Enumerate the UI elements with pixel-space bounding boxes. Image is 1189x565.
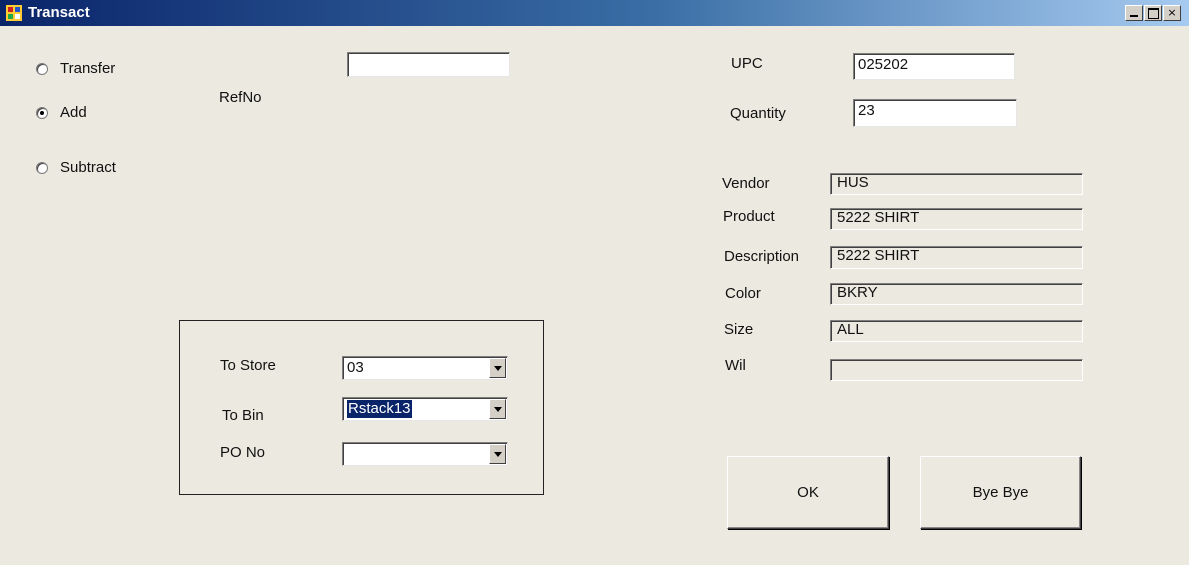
product-label: Product (723, 208, 775, 225)
close-button[interactable]: × (1163, 5, 1181, 21)
chevron-down-icon[interactable] (489, 444, 506, 464)
refno-input[interactable] (347, 52, 510, 77)
bye-bye-button[interactable]: Bye Bye (920, 456, 1081, 529)
to-store-value: 03 (347, 359, 364, 376)
radio-circle[interactable] (36, 106, 48, 119)
wil-field (830, 359, 1083, 381)
window-title: Transact (28, 4, 90, 21)
radio-transfer-label: Transfer (60, 60, 116, 77)
description-label: Description (724, 248, 800, 265)
refno-label: RefNo (219, 89, 262, 106)
to-store-label: To Store (220, 357, 276, 374)
title-bar[interactable]: Transact × (0, 0, 1189, 26)
radio-circle[interactable] (36, 161, 48, 174)
radio-add-label: Add (60, 104, 87, 121)
product-field: 5222 SHIRT (830, 208, 1083, 230)
chevron-down-icon[interactable] (489, 358, 506, 378)
to-bin-value: Rstack13 (347, 400, 412, 418)
chevron-down-icon[interactable] (489, 399, 506, 419)
to-bin-label: To Bin (222, 407, 264, 424)
ok-button[interactable]: OK (727, 456, 889, 529)
to-store-select[interactable]: 03 (342, 356, 508, 380)
quantity-input[interactable]: 23 (853, 99, 1017, 127)
radio-circle[interactable] (36, 62, 48, 75)
maximize-button[interactable] (1144, 5, 1162, 21)
vendor-label: Vendor (722, 175, 770, 192)
radio-subtract-label: Subtract (60, 159, 116, 176)
radio-transfer[interactable]: Transfer (36, 60, 115, 77)
upc-input[interactable]: 025202 (853, 53, 1015, 80)
window-controls: × (1124, 5, 1181, 21)
po-no-select[interactable] (342, 442, 508, 466)
color-field: BKRY (830, 283, 1083, 305)
size-field: ALL (830, 320, 1083, 342)
upc-label: UPC (731, 55, 763, 72)
size-label: Size (724, 321, 754, 338)
radio-subtract[interactable]: Subtract (36, 159, 116, 176)
radio-add[interactable]: Add (36, 104, 87, 121)
wil-label: Wil (725, 357, 746, 374)
vendor-field: HUS (830, 173, 1083, 195)
close-icon: × (1167, 6, 1177, 19)
description-field: 5222 SHIRT (830, 246, 1083, 269)
minimize-button[interactable] (1125, 5, 1143, 21)
color-label: Color (725, 285, 761, 302)
app-icon (6, 5, 22, 21)
quantity-label: Quantity (730, 105, 786, 122)
po-no-label: PO No (220, 444, 266, 461)
to-bin-select[interactable]: Rstack13 (342, 397, 508, 421)
